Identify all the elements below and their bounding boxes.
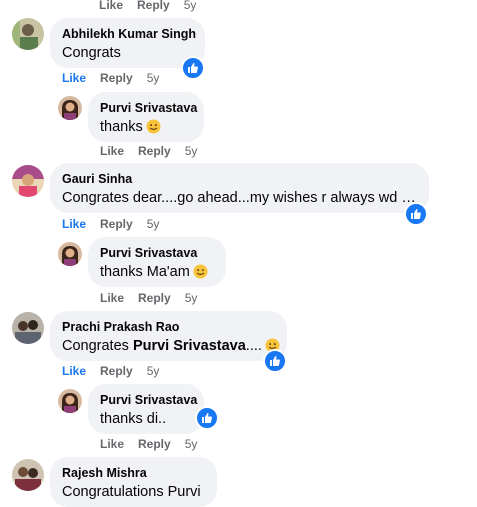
mention-link[interactable]: Purvi Srivastava	[133, 338, 246, 354]
like-reaction-icon[interactable]	[195, 406, 219, 430]
avatar[interactable]	[12, 18, 44, 50]
reply-author[interactable]: Purvi Srivastava	[100, 100, 197, 116]
comment-bubble: Gauri Sinha Congrates dear....go ahead..…	[50, 163, 429, 213]
like-link[interactable]: Like	[62, 216, 86, 232]
reply-link[interactable]: Reply	[138, 436, 171, 452]
like-reaction-icon[interactable]	[263, 349, 287, 373]
comment-text: Congrats	[62, 45, 121, 61]
reply-link[interactable]: Reply	[138, 143, 171, 159]
like-link[interactable]: Like	[100, 143, 124, 159]
reply-author[interactable]: Purvi Srivastava	[100, 392, 197, 408]
reply-text: thanks di..	[100, 411, 167, 427]
like-link[interactable]: Like	[62, 70, 86, 86]
timestamp[interactable]: 5y	[185, 143, 198, 159]
comment-author[interactable]: Rajesh Mishra	[62, 465, 205, 481]
smile-emoji-icon	[146, 119, 161, 134]
reply-actions: Like Reply 5y	[100, 436, 211, 452]
timestamp[interactable]: 5y	[185, 290, 198, 306]
like-link[interactable]: Like	[100, 436, 124, 452]
reply-text-line: thanks	[100, 118, 192, 137]
reply-link[interactable]: Reply	[138, 290, 171, 306]
timestamp[interactable]: 5y	[147, 216, 160, 232]
reply-text: thanks	[100, 119, 143, 135]
reply-link[interactable]: Reply	[100, 363, 133, 379]
timestamp[interactable]: 5y	[147, 363, 160, 379]
reply-text: thanks Ma'am	[100, 264, 190, 280]
reply-link[interactable]: Reply	[100, 70, 133, 86]
timestamp[interactable]: 5y	[184, 0, 197, 13]
comment-bubble: Prachi Prakash Rao Congrates Purvi Sriva…	[50, 311, 287, 361]
timestamp[interactable]: 5y	[147, 70, 160, 86]
comment-author[interactable]: Prachi Prakash Rao	[62, 319, 275, 335]
comment-text-tail: ....	[245, 338, 262, 354]
comment-actions: Like Reply 5y	[62, 70, 173, 86]
like-link[interactable]: Like	[100, 290, 124, 306]
reply-actions: Like Reply 5y	[100, 290, 211, 306]
timestamp[interactable]: 5y	[185, 436, 198, 452]
reply-text-line: thanks Ma'am	[100, 263, 214, 282]
comment-actions: Like Reply 5y	[62, 216, 173, 232]
smile-emoji-icon	[193, 264, 208, 279]
comment-text-line: Congrates Purvi Srivastava....	[62, 337, 280, 356]
comment-bubble: Abhilekh Kumar Singh Congrats	[50, 18, 205, 68]
avatar[interactable]	[12, 312, 44, 344]
reply-bubble: Purvi Srivastava thanks Ma'am	[88, 237, 226, 287]
like-reaction-icon[interactable]	[181, 56, 205, 80]
comment-bubble: Rajesh Mishra Congratulations Purvi	[50, 457, 217, 507]
comment-text: Congrates dear....go ahead...my wishes r…	[62, 190, 417, 206]
avatar[interactable]	[12, 165, 44, 197]
reply-author[interactable]: Purvi Srivastava	[100, 245, 214, 261]
comment-author[interactable]: Abhilekh Kumar Singh	[62, 26, 196, 42]
avatar[interactable]	[58, 96, 82, 120]
avatar[interactable]	[58, 242, 82, 266]
avatar[interactable]	[58, 389, 82, 413]
like-link[interactable]: Like	[62, 363, 86, 379]
reply-link[interactable]: Reply	[137, 0, 170, 13]
comment-text: Congratulations Purvi	[62, 484, 201, 500]
comment-text: Congrates	[62, 338, 133, 354]
top-comment-actions: Like Reply 5y	[99, 0, 210, 13]
reply-bubble: Purvi Srivastava thanks	[88, 92, 204, 142]
like-link[interactable]: Like	[99, 0, 123, 13]
reply-bubble: Purvi Srivastava thanks di..	[88, 384, 204, 434]
comment-author[interactable]: Gauri Sinha	[62, 171, 417, 187]
reply-actions: Like Reply 5y	[100, 143, 211, 159]
comment-actions: Like Reply 5y	[62, 363, 173, 379]
avatar[interactable]	[12, 459, 44, 491]
like-reaction-icon[interactable]	[404, 202, 428, 226]
reply-link[interactable]: Reply	[100, 216, 133, 232]
